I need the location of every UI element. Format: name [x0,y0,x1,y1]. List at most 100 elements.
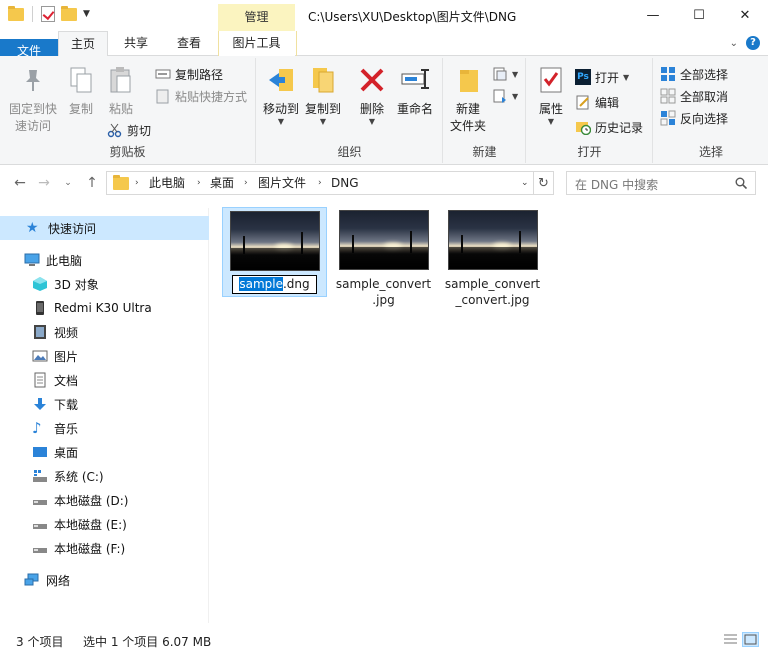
nav-this-pc[interactable]: 此电脑 [0,248,209,272]
new-folder-icon [452,64,484,96]
select-none-button[interactable]: 全部取消 [660,86,728,106]
delete-button[interactable]: 删除 ▼ [355,64,389,126]
new-item-icon [492,66,508,82]
help-icon[interactable]: ? [746,36,760,50]
nav-3d-objects[interactable]: 3D 对象 [0,272,209,296]
nav-phone[interactable]: Redmi K30 Ultra [0,296,209,320]
file-item[interactable]: sample.dng [222,207,327,297]
tab-manage[interactable]: 管理 [218,4,295,31]
new-folder-button[interactable]: 新建 文件夹 [448,64,488,134]
file-list: sample.dng sample_convert .jpg sample_con… [210,199,768,623]
copy-button[interactable]: 复制 [64,64,98,117]
image-thumbnail [447,210,538,270]
nav-disk-d[interactable]: 本地磁盘 (D:) [0,488,209,512]
invert-selection-icon [660,110,676,126]
paste-shortcut-label: 粘贴快捷方式 [175,89,248,104]
invert-selection-label: 反向选择 [680,111,729,126]
breadcrumb-desktop[interactable]: 桌面 [210,172,234,194]
copy-path-button[interactable]: 复制路径 [155,64,223,84]
breadcrumb-dng[interactable]: DNG [331,172,359,194]
close-button[interactable]: ✕ [722,0,768,31]
cut-button[interactable]: 剪切 [107,120,151,140]
paste-button[interactable]: 粘贴 [104,64,138,117]
chevron-right-icon[interactable]: › [244,172,248,194]
chevron-right-icon[interactable]: › [135,172,139,194]
chevron-down-icon[interactable]: ▼ [83,9,90,19]
up-button[interactable]: ↑ [82,173,102,193]
search-icon[interactable] [735,177,748,190]
details-view-icon[interactable] [722,632,739,647]
file-name: sample_convert _convert.jpg [444,277,541,307]
window-title: C:\Users\XU\Desktop\图片文件\DNG [308,10,517,24]
select-all-label: 全部选择 [680,67,729,82]
divider [32,6,33,22]
tab-picture-tools[interactable]: 图片工具 [218,31,297,56]
video-icon [32,324,48,340]
properties-button[interactable]: 属性 ▼ [533,64,569,126]
nav-videos[interactable]: 视频 [0,320,209,344]
tab-share[interactable]: 共享 [112,31,160,56]
document-icon [32,372,48,388]
quick-access-toolbar: ▼ [8,5,90,22]
copy-to-button[interactable]: 复制到 ▼ [303,64,343,126]
address-bar[interactable]: › 此电脑 › 桌面 › 图片文件 › DNG ⌄ [106,171,534,195]
open-label: 打开 [595,70,620,85]
drive-icon [32,516,48,532]
pin-quick-access-button[interactable]: 固定到快 速访问 [6,64,60,134]
chevron-right-icon[interactable]: › [318,172,322,194]
invert-selection-button[interactable]: 反向选择 [660,108,728,128]
paste-shortcut-button[interactable]: 粘贴快捷方式 [155,86,247,106]
nav-system-c[interactable]: 系统 (C:) [0,464,209,488]
tab-view[interactable]: 查看 [164,31,214,56]
pin-label-line1: 固定到快 [8,102,57,116]
new-folder-icon[interactable] [61,5,77,21]
new-item-button[interactable]: ▼ [492,64,518,84]
chevron-down-icon[interactable]: ⌄ [730,38,738,49]
rename-input[interactable]: sample.dng [232,275,317,294]
move-to-button[interactable]: 移动到 ▼ [261,64,301,126]
nav-network[interactable]: 网络 [0,568,209,592]
nav-music[interactable]: ♪ 音乐 [0,416,209,440]
forward-button[interactable]: → [34,173,54,193]
delete-label: 删除 [359,102,384,116]
nav-label: 桌面 [54,445,79,460]
nav-disk-f[interactable]: 本地磁盘 (F:) [0,536,209,560]
nav-pictures[interactable]: 图片 [0,344,209,368]
new-group: 新建 文件夹 ▼ ▼ 新建 [444,58,526,163]
minimize-button[interactable]: — [630,0,676,31]
refresh-button[interactable]: ↻ [534,171,554,195]
open-button[interactable]: Ps 打开 ▼ [575,67,629,87]
properties-icon[interactable] [41,6,55,22]
star-icon: ★ [26,220,39,236]
search-input[interactable]: 在 DNG 中搜索 [566,171,756,195]
nav-desktop[interactable]: 桌面 [0,440,209,464]
selection-info: 选中 1 个项目 6.07 MB [83,635,212,649]
address-row: ← → ⌄ ↑ › 此电脑 › 桌面 › 图片文件 › DNG ⌄ ↻ 在 DN… [0,167,768,199]
file-item[interactable]: sample_convert _convert.jpg [440,207,545,308]
rename-button[interactable]: 重命名 [393,64,437,117]
large-icons-view-icon[interactable] [742,632,759,647]
tab-home[interactable]: 主页 [58,31,108,57]
nav-downloads[interactable]: 下载 [0,392,209,416]
copy-to-icon [307,64,339,96]
rename-label: 重命名 [396,102,433,116]
nav-documents[interactable]: 文档 [0,368,209,392]
select-all-button[interactable]: 全部选择 [660,64,728,84]
recent-locations-button[interactable]: ⌄ [58,173,78,193]
easy-access-button[interactable]: ▼ [492,86,518,106]
file-item[interactable]: sample_convert .jpg [331,207,436,308]
nav-disk-e[interactable]: 本地磁盘 (E:) [0,512,209,536]
breadcrumb-this-pc[interactable]: 此电脑 [149,172,185,194]
ribbon: 固定到快 速访问 复制 粘贴 复制路径 粘贴快捷方式 剪切 剪贴板 移动到 ▼ … [0,56,768,165]
history-button[interactable]: 历史记录 [575,117,643,137]
new-folder-label-line2: 文件夹 [449,119,486,133]
breadcrumb-picture-files[interactable]: 图片文件 [258,172,306,194]
maximize-button[interactable]: ☐ [676,0,722,31]
nav-quick-access[interactable]: ★ 快速访问 [0,216,209,240]
easy-access-icon [492,88,508,104]
edit-button[interactable]: 编辑 [575,92,619,112]
chevron-down-icon[interactable]: ⌄ [521,172,529,194]
back-button[interactable]: ← [10,173,30,193]
chevron-right-icon[interactable]: › [197,172,201,194]
select-group-label: 选择 [698,145,723,159]
